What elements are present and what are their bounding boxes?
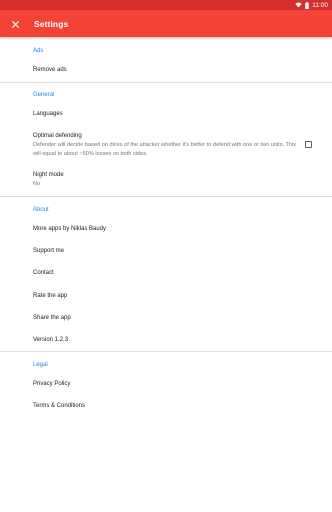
night-mode-value: No: [33, 181, 41, 187]
section-header-legal: Legal: [33, 362, 48, 368]
optimal-defending-checkbox[interactable]: [305, 141, 312, 148]
section-header-about: About: [33, 207, 49, 213]
wifi-icon: [295, 2, 302, 8]
contact-item[interactable]: Contact: [33, 270, 54, 276]
languages-item[interactable]: Languages: [33, 111, 63, 117]
terms-item[interactable]: Terms & Conditions: [33, 403, 85, 409]
remove-ads-item[interactable]: Remove ads: [33, 67, 67, 73]
status-icons: 11:00: [295, 0, 328, 10]
support-me-item[interactable]: Support me: [33, 248, 64, 254]
close-button[interactable]: [1, 10, 29, 37]
status-bar: 11:00: [0, 0, 332, 10]
page-title: Settings: [34, 18, 69, 29]
divider: [0, 351, 332, 352]
night-mode-title[interactable]: Night mode: [33, 172, 64, 178]
privacy-policy-item[interactable]: Privacy Policy: [33, 381, 70, 387]
close-icon: [11, 15, 19, 33]
status-time: 11:00: [312, 1, 328, 9]
optimal-defending-title[interactable]: Optimal defending: [33, 133, 82, 139]
rate-app-item[interactable]: Rate the app: [33, 293, 67, 299]
share-app-item[interactable]: Share the app: [33, 315, 71, 321]
divider: [0, 196, 332, 197]
battery-icon: [305, 1, 309, 9]
divider: [0, 82, 332, 83]
more-apps-item[interactable]: More apps by Niklas Baudy: [33, 226, 106, 232]
section-header-general: General: [33, 92, 55, 98]
optimal-defending-summary: Defender will decide based on dices of t…: [33, 142, 297, 157]
section-header-ads: Ads: [33, 48, 44, 54]
version-item[interactable]: Version 1.2.3: [33, 337, 68, 343]
toolbar: Settings: [0, 10, 332, 37]
